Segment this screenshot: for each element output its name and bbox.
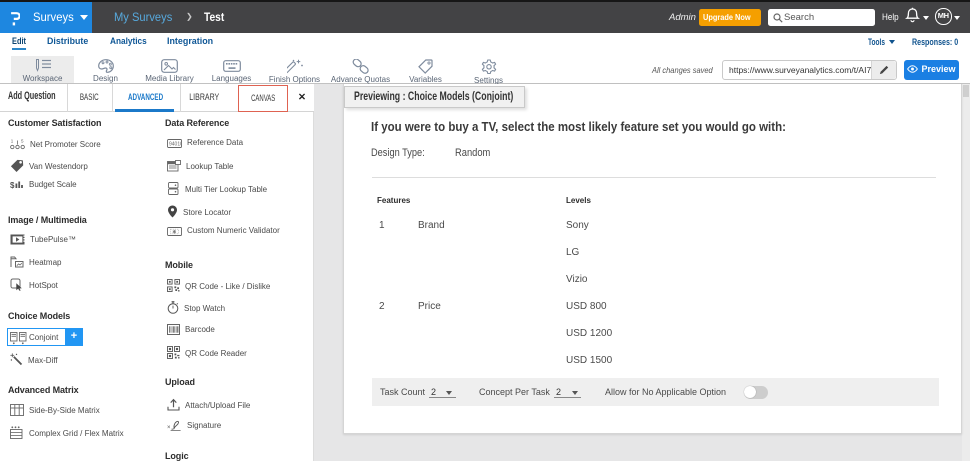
svg-text:×: × — [167, 425, 171, 431]
svg-text:$: $ — [10, 181, 15, 190]
svg-text:1: 1 — [11, 138, 14, 143]
svg-text:✱: ✱ — [172, 230, 176, 236]
svg-text:5: 5 — [21, 138, 24, 143]
svg-text:94010: 94010 — [169, 141, 182, 147]
